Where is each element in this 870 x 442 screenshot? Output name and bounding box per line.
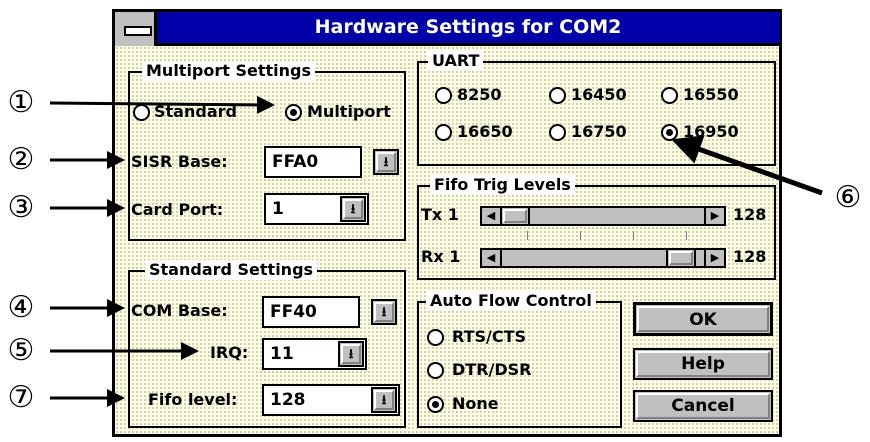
callout-number-7: ⑦ [7,380,35,415]
callout-number-4: ④ [7,290,35,325]
callout-number-5: ⑤ [7,333,35,368]
callout-arrow-1 [49,95,275,114]
callout-arrows [49,95,823,407]
callout-number-1: ① [7,85,35,120]
callout-number-3: ③ [7,190,35,225]
callout-number-6: ⑥ [834,180,862,215]
callout-arrow-6 [671,135,823,196]
callout-number-2: ② [7,142,35,177]
